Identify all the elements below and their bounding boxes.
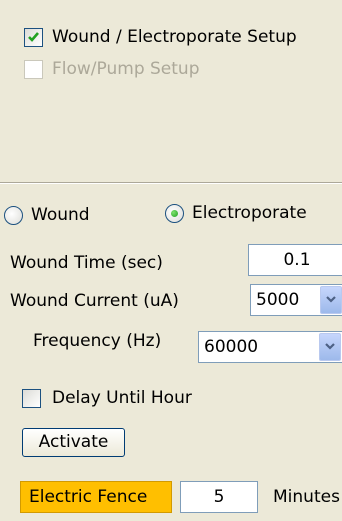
wound-time-label: Wound Time (sec) [10, 253, 163, 273]
wound-time-input[interactable]: 0.1 [248, 244, 342, 276]
duration-unit-label: Minutes [273, 487, 340, 507]
frequency-select[interactable]: 60000 [198, 331, 342, 363]
flow-pump-setup-checkbox [24, 60, 43, 79]
wound-radio[interactable] [4, 206, 23, 225]
frequency-value: 60000 [204, 337, 259, 357]
wound-time-value: 0.1 [283, 250, 311, 270]
frequency-dropdown-button[interactable] [319, 333, 341, 361]
duration-value: 5 [213, 487, 225, 507]
activate-button[interactable]: Activate [22, 428, 125, 457]
electroporate-radio-label[interactable]: Electroporate [192, 202, 307, 224]
duration-input[interactable]: 5 [180, 481, 258, 513]
wound-current-select[interactable]: 5000 [250, 284, 342, 316]
wound-current-label: Wound Current (uA) [10, 291, 179, 311]
wound-current-dropdown-button[interactable] [320, 286, 342, 314]
chevron-down-icon [326, 296, 336, 303]
delay-until-hour-checkbox[interactable] [22, 389, 41, 408]
radio-selected-dot [171, 210, 178, 217]
electroporate-radio[interactable] [165, 204, 184, 223]
wound-radio-label[interactable]: Wound [31, 204, 90, 226]
delay-until-hour-label[interactable]: Delay Until Hour [52, 387, 192, 409]
frequency-label: Frequency (Hz) [33, 331, 162, 351]
wound-electroporate-setup-checkbox[interactable] [24, 28, 43, 47]
flow-pump-setup-label: Flow/Pump Setup [52, 59, 200, 79]
wound-electroporate-setup-label[interactable]: Wound / Electroporate Setup [52, 26, 297, 48]
chevron-down-icon [325, 343, 335, 350]
wound-current-value: 5000 [256, 290, 300, 310]
section-divider [0, 182, 342, 184]
electric-fence-status-badge: Electric Fence [20, 481, 172, 513]
checkmark-icon [28, 32, 39, 42]
